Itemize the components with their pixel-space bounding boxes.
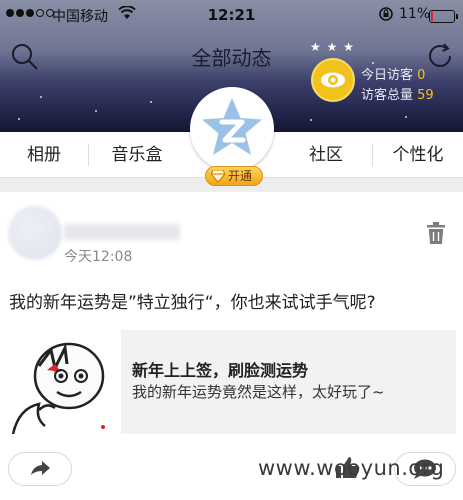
card-description: 我的新年运势竟然是这样，太好玩了~ [132, 383, 385, 401]
post-time: 今天12:08 [64, 249, 133, 265]
eye-icon[interactable] [311, 58, 355, 102]
visitors-total-count: 59 [417, 88, 434, 103]
tab-music[interactable]: 音乐盒 [89, 132, 185, 178]
visitors-today[interactable]: 今日访客 0 [361, 64, 425, 83]
tab-community[interactable]: 社区 [280, 132, 372, 178]
qzone-star-logo [194, 91, 270, 167]
post-author-name[interactable] [64, 224, 180, 240]
card-title: 新年上上签，刷脸测运势 [132, 361, 309, 380]
qzone-feed-screen: 中国移动 12:21 11% 全部动态 ★ ★ ★ 今日访客 0 访客总量 59… [0, 0, 463, 500]
vip-badge-label: 开通 [228, 169, 253, 183]
status-bar: 中国移动 12:21 11% [0, 0, 463, 30]
shared-link-card[interactable]: 新年上上签，刷脸测运势 我的新年运势竟然是这样，太好玩了~ [9, 330, 456, 434]
vip-open-badge[interactable]: 开通 [205, 166, 263, 186]
rotation-lock-icon [378, 6, 394, 26]
post-author-avatar[interactable] [8, 206, 62, 260]
card-thumbnail [9, 330, 121, 434]
meme-face-image [9, 330, 121, 434]
visitors-today-count: 0 [417, 68, 426, 83]
refresh-icon[interactable] [424, 40, 456, 72]
battery-percent: 11% [399, 6, 431, 22]
visitor-stars-icon: ★ ★ ★ [310, 40, 355, 54]
tab-album[interactable]: 相册 [0, 132, 88, 178]
watermark-text: www.wooyun.org [258, 456, 445, 480]
forward-icon [31, 461, 50, 475]
battery-icon [429, 10, 458, 23]
visitors-today-label: 今日访客 [361, 68, 414, 83]
forward-button[interactable] [8, 452, 72, 486]
trash-icon[interactable] [427, 222, 445, 244]
avatar[interactable] [190, 87, 274, 171]
visitors-total[interactable]: 访客总量 59 [361, 84, 434, 103]
post-text: 我的新年运势是”特立独行“，你也来试试手气呢? [9, 293, 376, 313]
diamond-icon [211, 170, 225, 182]
visitors-total-label: 访客总量 [361, 88, 414, 103]
tab-personalize[interactable]: 个性化 [373, 132, 463, 178]
